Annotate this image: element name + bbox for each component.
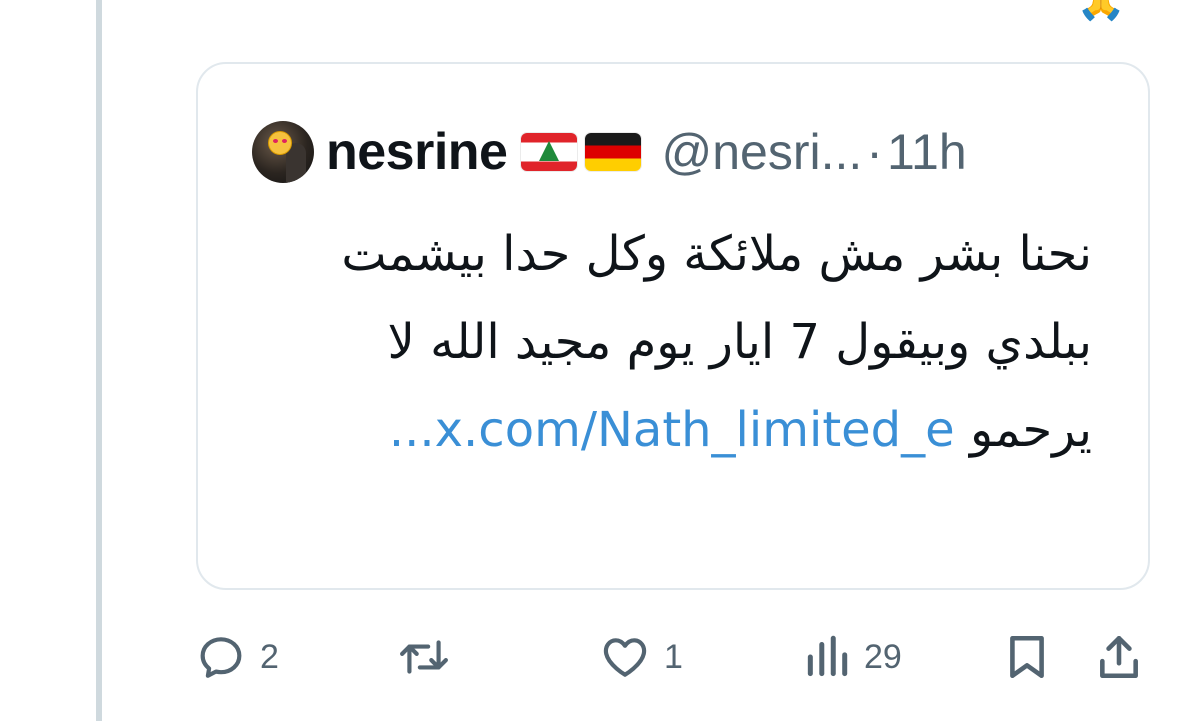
- folded-hands-emoji: 🙏: [1076, 0, 1126, 23]
- views-count: 29: [864, 637, 902, 676]
- bookmark-button[interactable]: [1004, 622, 1050, 692]
- separator-dot: ·: [866, 124, 883, 180]
- heart-icon: [603, 638, 647, 677]
- thread-connector-line: [96, 0, 102, 721]
- like-count: 1: [664, 637, 683, 676]
- tweet-action-bar: 2 1 29: [196, 622, 1150, 692]
- lebanon-flag-icon: [521, 133, 578, 171]
- reply-button[interactable]: 2: [196, 622, 279, 692]
- heart-eyes-emoji-icon: [268, 131, 292, 155]
- timestamp[interactable]: 11h: [887, 123, 967, 181]
- cedar-icon: [539, 141, 560, 161]
- like-button[interactable]: 1: [600, 622, 683, 692]
- quoted-tweet-text: نحنا بشر مش ملائكة وكل حدا بيشمت ببلدي و…: [292, 210, 1092, 474]
- views-button[interactable]: 29: [804, 622, 902, 692]
- share-icon: [1100, 635, 1138, 679]
- retweet-icon: [400, 640, 448, 674]
- avatar[interactable]: [252, 121, 314, 183]
- germany-flag-icon: [585, 133, 642, 171]
- tweet-link[interactable]: x.com/Nath_limited_e...: [389, 402, 955, 458]
- reply-count: 2: [260, 637, 279, 676]
- share-button[interactable]: [1096, 622, 1142, 692]
- views-chart-icon: [807, 635, 848, 677]
- quoted-tweet-header: nesrine @nesri... · 11h: [252, 116, 967, 188]
- user-handle[interactable]: @nesri...: [661, 123, 862, 181]
- bookmark-icon: [1010, 635, 1044, 679]
- quoted-tweet-card[interactable]: nesrine @nesri... · 11h نحنا بشر مش ملائ…: [196, 62, 1150, 590]
- reply-icon: [200, 637, 242, 678]
- retweet-button[interactable]: [396, 622, 466, 692]
- display-name[interactable]: nesrine: [326, 122, 508, 182]
